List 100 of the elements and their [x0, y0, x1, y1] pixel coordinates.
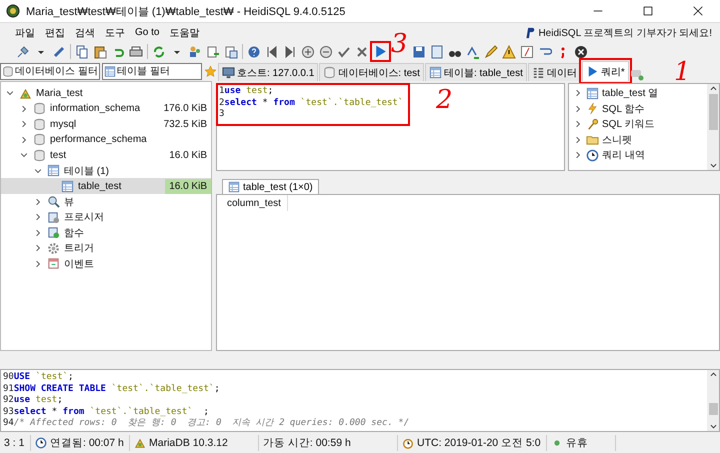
line-number: 92 [3, 395, 14, 407]
import-icon[interactable] [206, 44, 220, 59]
code-line: select * from `test`.`table_test` ; [14, 406, 209, 418]
gear-icon [47, 242, 60, 255]
helper-item[interactable]: SQL 함수 [602, 102, 644, 116]
tree-item[interactable]: 프로시저 [1, 209, 211, 225]
menu-item[interactable]: 도구 [100, 24, 130, 42]
tree-item[interactable]: 뷰 [1, 194, 211, 210]
menu-item[interactable]: 편집 [40, 24, 70, 42]
warning-icon[interactable] [502, 44, 516, 59]
save-icon[interactable] [412, 44, 426, 59]
helper-item[interactable]: 쿼리 내역 [602, 148, 645, 162]
paste-icon[interactable] [93, 44, 107, 59]
star-icon[interactable] [204, 64, 217, 78]
code-line: use test; [224, 86, 274, 98]
remove-icon[interactable] [319, 44, 333, 59]
annotation-number: 1 [674, 58, 691, 86]
check-icon[interactable] [337, 44, 351, 59]
menu-item[interactable]: Go to [130, 25, 164, 40]
database-icon [323, 66, 336, 80]
tab[interactable]: 데이터 [528, 63, 581, 82]
table-icon [586, 86, 599, 100]
copy-icon[interactable] [75, 44, 89, 59]
tree-label: 테이블 (1) [64, 164, 110, 178]
tree-item[interactable]: Maria_test [1, 85, 211, 101]
scrollbar-thumb[interactable] [708, 402, 718, 415]
status-text: 연결됨: 00:07 h [50, 436, 124, 450]
app-logo-icon [6, 4, 20, 18]
scrollbar[interactable] [707, 84, 719, 170]
pencil-icon[interactable] [484, 44, 498, 59]
menu-item[interactable]: 파일 [10, 24, 40, 42]
menu-item[interactable]: 도움말 [164, 24, 204, 42]
donate-link[interactable]: HeidiSQL 프로젝트의 기부자가 되세요! [538, 26, 712, 40]
tree-item[interactable]: information_schema 176.0 KiB [1, 100, 211, 116]
tab[interactable]: 테이블: table_test [424, 63, 527, 82]
tree-label: 뷰 [64, 196, 75, 209]
document-icon [47, 210, 60, 224]
code-line: use test; [14, 395, 63, 407]
calendar-icon [47, 257, 60, 270]
helper-item[interactable]: 스니펫 [602, 132, 632, 147]
database-icon [33, 102, 46, 116]
tree-item[interactable]: performance_schema [1, 132, 211, 148]
size-label: 16.0 KiB [165, 178, 211, 194]
tree-item[interactable]: 이벤트 [1, 256, 211, 272]
helper-item[interactable]: SQL 키워드 [602, 117, 654, 132]
line-number: 94 [3, 418, 14, 430]
table-icon [228, 181, 240, 194]
code-line: SHOW CREATE TABLE `test`.`table_test`; [14, 384, 220, 396]
column-header[interactable]: column_test [217, 195, 288, 212]
tree-item[interactable]: mysql 732.5 KiB [1, 116, 211, 132]
server-icon [134, 437, 146, 450]
line-number: 93 [3, 406, 14, 418]
magnifier-icon [47, 195, 60, 208]
scrollbar-thumb[interactable] [708, 94, 718, 130]
print-icon[interactable] [129, 44, 143, 59]
size-label: 732.5 KiB [162, 118, 208, 132]
tree-item[interactable]: 함수 [1, 224, 211, 240]
annotation-number: 3 [391, 30, 408, 58]
stop-icon[interactable] [574, 44, 588, 59]
run-button[interactable] [373, 44, 388, 60]
help-icon[interactable] [247, 44, 261, 59]
tree-label: 함수 [64, 226, 85, 240]
lightning-icon [586, 102, 599, 116]
helper-item[interactable]: table_test 열 [602, 86, 658, 100]
table-icon [428, 66, 442, 80]
tree-label: test [50, 150, 68, 161]
tree-item[interactable]: test 16.0 KiB [1, 147, 211, 163]
tree-label: table_test [78, 180, 122, 192]
tree-label: mysql [50, 118, 78, 130]
tree-item[interactable]: 테이블 (1) [1, 162, 211, 178]
tree-label: 프로시저 [64, 211, 105, 224]
server-icon [19, 86, 32, 100]
size-label: 16.0 KiB [168, 148, 208, 163]
clock-icon [586, 148, 599, 162]
tab[interactable]: 호스트: 127.0.0.1 [218, 63, 318, 82]
line-number: 91 [3, 384, 14, 395]
export-icon[interactable] [224, 44, 238, 59]
tree-label: information_schema [50, 103, 142, 114]
alarm-clock-icon [402, 437, 414, 450]
line-number: 1 [219, 86, 224, 98]
line-number: 2 [219, 98, 224, 109]
cancel-icon[interactable] [355, 44, 369, 59]
document-icon[interactable] [430, 44, 444, 59]
tab[interactable]: 데이터베이스: test [319, 63, 424, 82]
code-line: USE `test`; [14, 372, 74, 384]
last-icon[interactable] [283, 44, 297, 59]
tree-item[interactable]: 트리거 [1, 240, 211, 256]
sql-editor[interactable]: 1use test; 2select * from `test`.`table_test` 3 [219, 86, 408, 123]
tab[interactable]: 쿼리* [582, 61, 629, 82]
result-tab[interactable]: table_test (1×0) [222, 179, 319, 194]
status-text: MariaDB 10.3.12 [149, 437, 228, 450]
first-icon[interactable] [265, 44, 279, 59]
tree-label: 이벤트 [64, 258, 95, 271]
menu-item[interactable]: 검색 [70, 24, 100, 42]
table-icon [47, 164, 60, 178]
users-icon[interactable] [188, 44, 202, 59]
tree-item[interactable]: table_test 16.0 KiB [1, 178, 211, 194]
scrollbar[interactable] [707, 370, 719, 432]
add-icon[interactable] [301, 44, 315, 59]
document-icon [47, 226, 60, 240]
